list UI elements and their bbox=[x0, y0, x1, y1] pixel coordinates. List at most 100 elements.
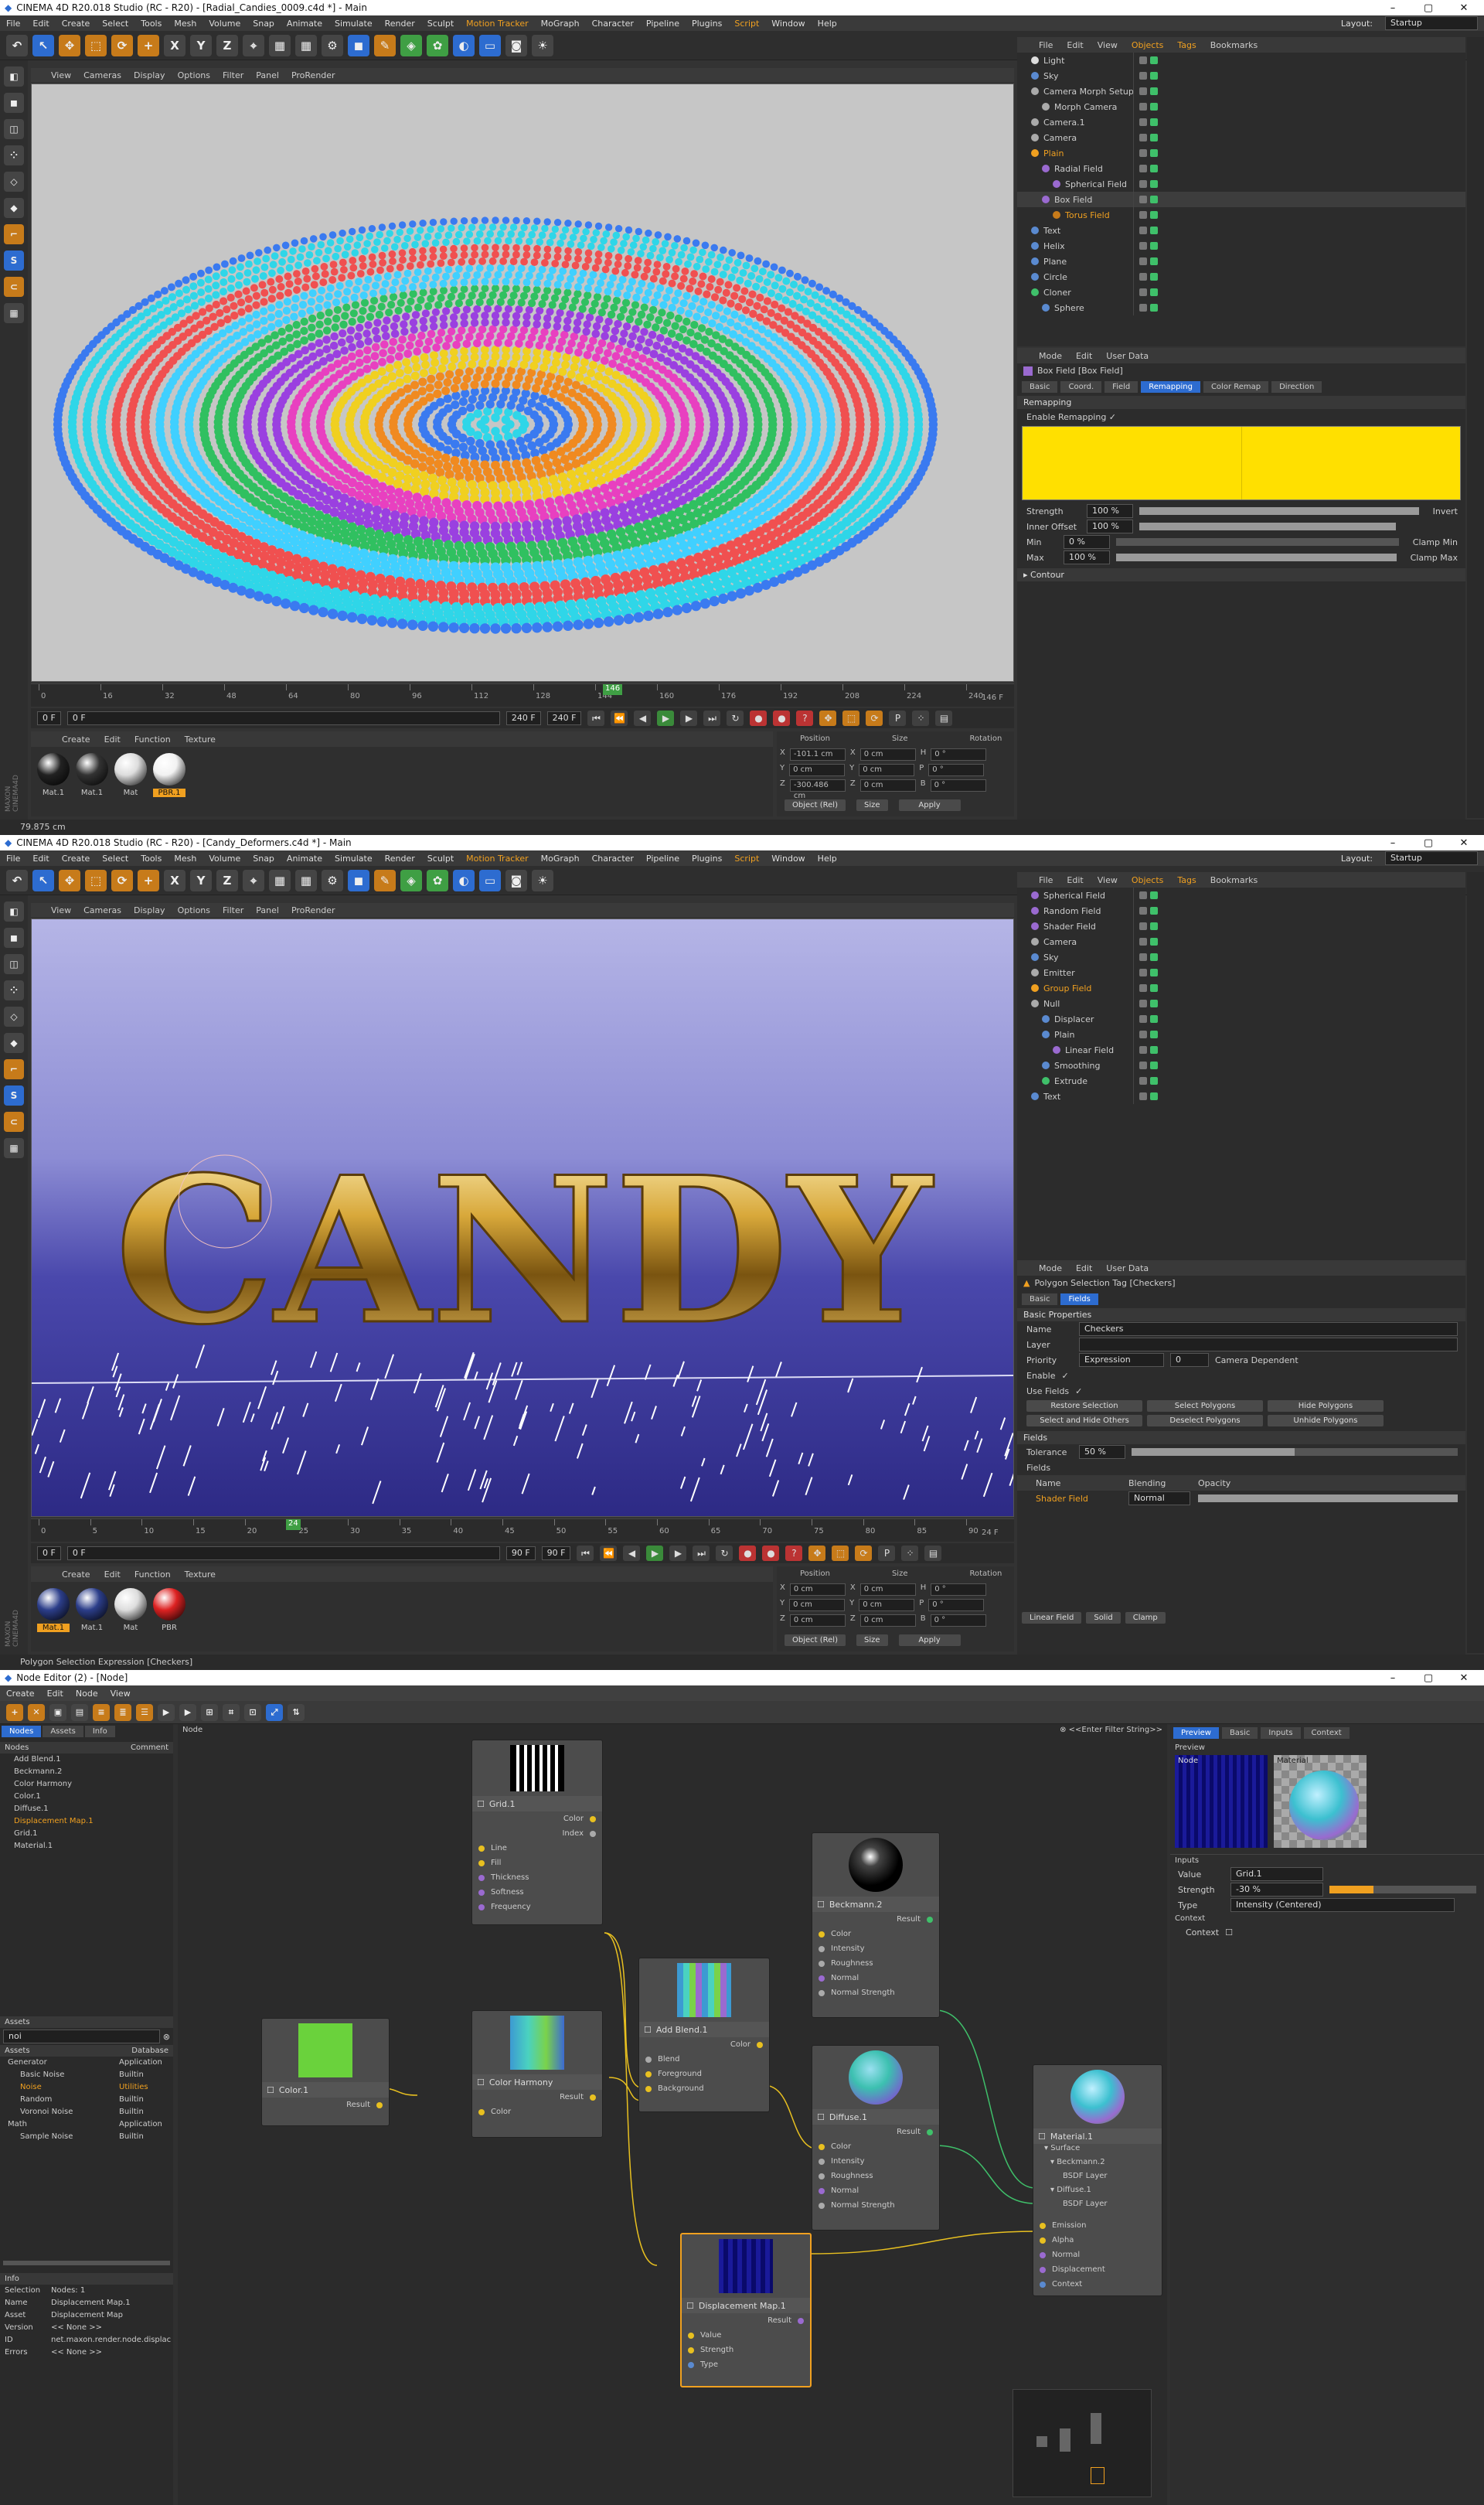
port-socket-icon[interactable] bbox=[819, 2202, 825, 2209]
enable-toggle[interactable] bbox=[1150, 953, 1158, 961]
move-tool-icon[interactable]: ✥ bbox=[59, 34, 80, 56]
node-list-item[interactable]: Grid.1 bbox=[0, 1828, 173, 1840]
material-swatch[interactable] bbox=[114, 1588, 147, 1621]
menu-script[interactable]: Script bbox=[734, 854, 759, 864]
viewport-menu-cameras[interactable]: Cameras bbox=[83, 70, 121, 80]
port-socket-icon[interactable] bbox=[478, 1859, 485, 1866]
enable-toggle[interactable] bbox=[1150, 1015, 1158, 1023]
ne-tab-info[interactable]: Info bbox=[84, 1726, 115, 1737]
cube-icon[interactable]: ◼ bbox=[348, 869, 369, 891]
object-row[interactable]: Camera bbox=[1017, 934, 1465, 949]
node-port[interactable]: Context bbox=[1033, 2277, 1162, 2292]
maximize-button[interactable]: ▢ bbox=[1413, 2, 1444, 14]
deformer-icon[interactable]: ◐ bbox=[453, 34, 475, 56]
enable-toggle[interactable] bbox=[1150, 196, 1158, 203]
rotate-tool-icon[interactable]: ⟳ bbox=[111, 869, 133, 891]
enable-toggle[interactable] bbox=[1150, 227, 1158, 234]
node-port[interactable]: Foreground bbox=[639, 2067, 769, 2081]
port-socket-icon[interactable] bbox=[819, 1945, 825, 1952]
coord-field[interactable]: 0 ° bbox=[928, 764, 985, 776]
node-port[interactable]: Normal bbox=[812, 2183, 939, 2198]
render-view-icon[interactable]: ▦ bbox=[269, 869, 291, 891]
visibility-toggle[interactable] bbox=[1139, 273, 1147, 281]
object-row[interactable]: Camera bbox=[1017, 130, 1465, 145]
coord-mode-dropdown[interactable]: Object (Rel) bbox=[785, 1634, 846, 1646]
enable-checkbox[interactable]: ☐ bbox=[267, 2085, 274, 2095]
coord-field[interactable]: -300.486 cm bbox=[789, 779, 846, 800]
viewport-menu-prorender[interactable]: ProRender bbox=[291, 70, 335, 80]
port-socket-icon[interactable] bbox=[590, 1830, 596, 1837]
input-value[interactable]: Grid.1 bbox=[1230, 1867, 1323, 1881]
material-label[interactable]: Mat.1 bbox=[37, 789, 70, 797]
visibility-toggle[interactable] bbox=[1139, 938, 1147, 946]
material-swatch[interactable] bbox=[37, 753, 70, 786]
enable-remapping-checkbox[interactable]: Enable Remapping ✓ bbox=[1017, 409, 1465, 424]
menu-plugins[interactable]: Plugins bbox=[692, 19, 722, 29]
z-axis-icon[interactable]: Z bbox=[216, 34, 238, 56]
object-row[interactable]: Random Field bbox=[1017, 903, 1465, 918]
object-row[interactable]: Camera Morph Setup bbox=[1017, 84, 1465, 99]
node-port[interactable]: Normal Strength bbox=[812, 1985, 939, 2000]
attr-menu-edit[interactable]: Edit bbox=[1076, 1263, 1092, 1273]
close-button[interactable]: ✕ bbox=[1448, 837, 1479, 849]
port-socket-icon[interactable] bbox=[688, 2332, 694, 2339]
enable-toggle[interactable] bbox=[1150, 273, 1158, 281]
undo-icon[interactable]: ↶ bbox=[6, 34, 28, 56]
scale-tool-icon[interactable]: ⬚ bbox=[85, 869, 107, 891]
tab-color-remap[interactable]: Color Remap bbox=[1203, 381, 1269, 393]
max-frame-field[interactable]: 90 F bbox=[541, 1546, 571, 1560]
polygons-mode-icon[interactable]: ◆ bbox=[4, 1033, 24, 1053]
coord-field[interactable]: -101.1 cm bbox=[789, 748, 846, 761]
play-icon[interactable]: ▶ bbox=[657, 711, 675, 726]
minimize-button[interactable]: – bbox=[1377, 837, 1408, 849]
light-icon[interactable]: ☀ bbox=[532, 869, 553, 891]
node-port[interactable]: Result bbox=[812, 1912, 939, 1927]
coord-field[interactable]: 0 cm bbox=[789, 1599, 846, 1611]
menu-volume[interactable]: Volume bbox=[209, 854, 240, 864]
object-row[interactable]: Sky bbox=[1017, 949, 1465, 965]
menu-sculpt[interactable]: Sculpt bbox=[427, 19, 454, 29]
ne-tab-assets[interactable]: Assets bbox=[43, 1726, 83, 1737]
menu-create[interactable]: Create bbox=[62, 19, 90, 29]
asset-row[interactable]: Random Builtin bbox=[0, 2094, 173, 2106]
close-button[interactable]: ✕ bbox=[1448, 1672, 1479, 1684]
enable-toggle[interactable] bbox=[1150, 103, 1158, 111]
ne-tab-nodes[interactable]: Nodes bbox=[2, 1726, 42, 1737]
visibility-toggle[interactable] bbox=[1139, 907, 1147, 915]
camera-dependent-checkbox[interactable]: Camera Dependent bbox=[1215, 1355, 1298, 1365]
min-slider[interactable] bbox=[1116, 538, 1399, 546]
obj-menu-edit[interactable]: Edit bbox=[1067, 875, 1083, 885]
port-socket-icon[interactable] bbox=[819, 1931, 825, 1938]
node-list-item[interactable]: Add Blend.1 bbox=[0, 1754, 173, 1766]
enable-toggle[interactable] bbox=[1150, 1077, 1158, 1085]
enable-toggle[interactable] bbox=[1150, 180, 1158, 188]
save-icon[interactable]: ▣ bbox=[49, 1703, 66, 1721]
port-socket-icon[interactable] bbox=[819, 2173, 825, 2180]
enable-checkbox[interactable]: Enable ✓ bbox=[1017, 1368, 1465, 1383]
node-port[interactable]: Result bbox=[262, 2098, 389, 2112]
object-row[interactable]: Plain bbox=[1017, 1027, 1465, 1042]
object-row[interactable]: Linear Field bbox=[1017, 1042, 1465, 1058]
grid-icon[interactable]: ▦ bbox=[4, 1138, 24, 1158]
object-row[interactable]: Sphere bbox=[1017, 300, 1465, 315]
enable-toggle[interactable] bbox=[1150, 242, 1158, 250]
visibility-toggle[interactable] bbox=[1139, 1015, 1147, 1023]
coord-field[interactable]: 0 cm bbox=[859, 1583, 916, 1596]
node-port[interactable]: Color bbox=[812, 1927, 939, 1941]
port-socket-icon[interactable] bbox=[645, 2085, 652, 2092]
port-socket-icon[interactable] bbox=[819, 2158, 825, 2165]
pla-key-icon[interactable]: ⁘ bbox=[912, 711, 930, 726]
port-socket-icon[interactable] bbox=[478, 1845, 485, 1852]
coord-size-dropdown[interactable]: Size bbox=[856, 799, 888, 811]
enable-checkbox[interactable]: ☐ bbox=[817, 1900, 825, 1910]
select-and-hide-others-button[interactable]: Select and Hide Others bbox=[1026, 1415, 1142, 1426]
object-row[interactable]: Plane bbox=[1017, 254, 1465, 269]
port-socket-icon[interactable] bbox=[645, 2056, 652, 2063]
obj-menu-view[interactable]: View bbox=[1098, 40, 1118, 50]
points-mode-icon[interactable]: ⁘ bbox=[4, 980, 24, 1000]
attr-menu-mode[interactable]: Mode bbox=[1039, 1263, 1062, 1273]
clamp-max-checkbox[interactable]: Clamp Max bbox=[1411, 553, 1458, 563]
strength-field[interactable]: 100 % bbox=[1087, 504, 1133, 518]
visibility-toggle[interactable] bbox=[1139, 227, 1147, 234]
coord-field[interactable]: 0 ° bbox=[928, 1599, 985, 1611]
